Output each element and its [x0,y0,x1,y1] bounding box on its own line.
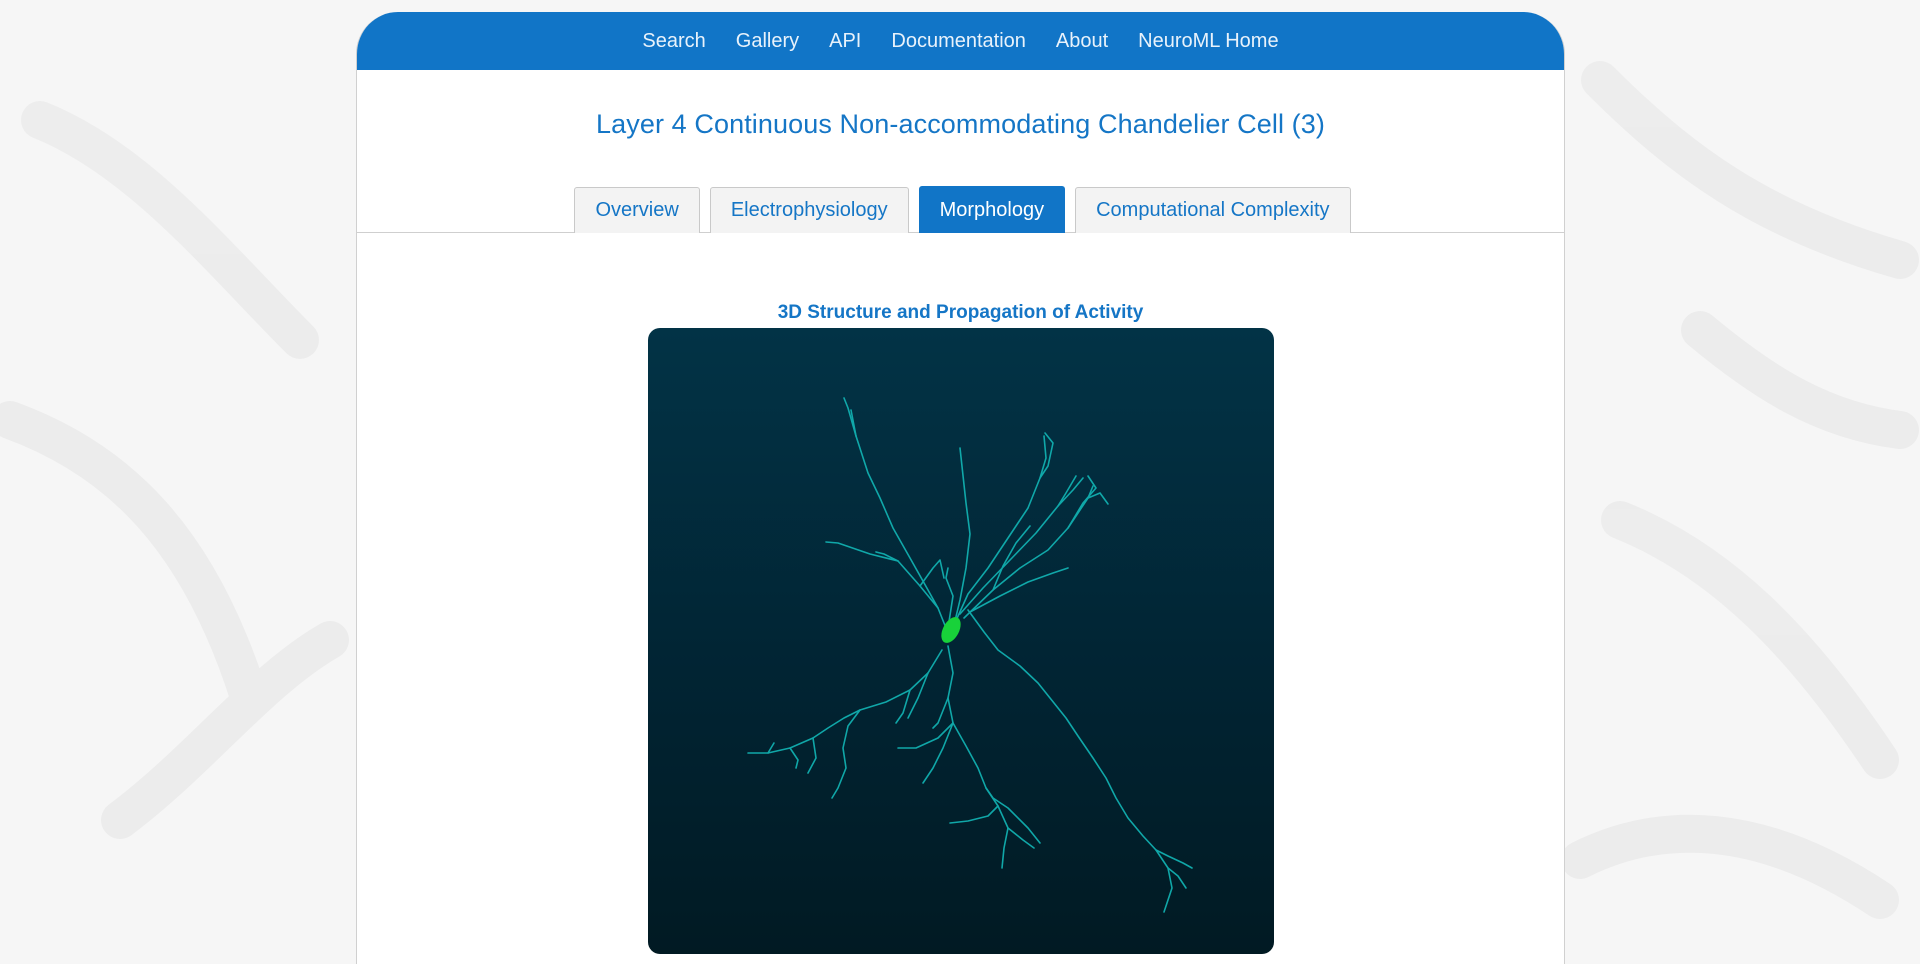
nav-about[interactable]: About [1041,30,1123,53]
dendrite-branch [953,447,971,626]
tab-morphology[interactable]: Morphology [918,186,1066,233]
tab-bar: Overview Electrophysiology Morphology Co… [357,184,1564,233]
dendrite-branch [967,609,1173,913]
dendrite-branch [922,722,954,784]
dendrite-branch [825,541,939,609]
dendrite-branch [949,805,999,824]
main-panel: Search Gallery API Documentation About N… [356,12,1565,964]
dendrite-branch [932,697,949,729]
dendrite-branch [843,397,857,437]
dendrite-branch [1057,475,1077,507]
dendrite-branch [985,787,1041,844]
neuron-morphology-render [747,397,1193,913]
nav-gallery[interactable]: Gallery [721,30,814,53]
dendrite-branch [959,477,1084,615]
dendrite-branch [850,409,949,634]
morphology-3d-viewer[interactable] [648,328,1274,954]
nav-search[interactable]: Search [627,30,720,53]
section-title: 3D Structure and Propagation of Activity [777,302,1144,323]
nav-neuroml-home[interactable]: NeuroML Home [1123,30,1293,53]
dendrite-branch [919,559,945,587]
dendrite-branch [789,747,799,769]
tab-computational-complexity[interactable]: Computational Complexity [1075,187,1351,233]
dendrite-branch [1001,827,1009,869]
nav-documentation[interactable]: Documentation [876,30,1041,53]
page-title: Layer 4 Continuous Non-accommodating Cha… [596,109,1325,139]
nav-api[interactable]: API [814,30,876,53]
dendrite-branch [969,567,1069,613]
dendrite-branch [947,645,1035,849]
top-navigation: Search Gallery API Documentation About N… [357,12,1564,70]
tab-electrophysiology[interactable]: Electrophysiology [709,187,909,233]
tab-overview[interactable]: Overview [574,187,700,233]
dendrite-branch [807,737,817,774]
dendrite-branch [907,672,929,719]
